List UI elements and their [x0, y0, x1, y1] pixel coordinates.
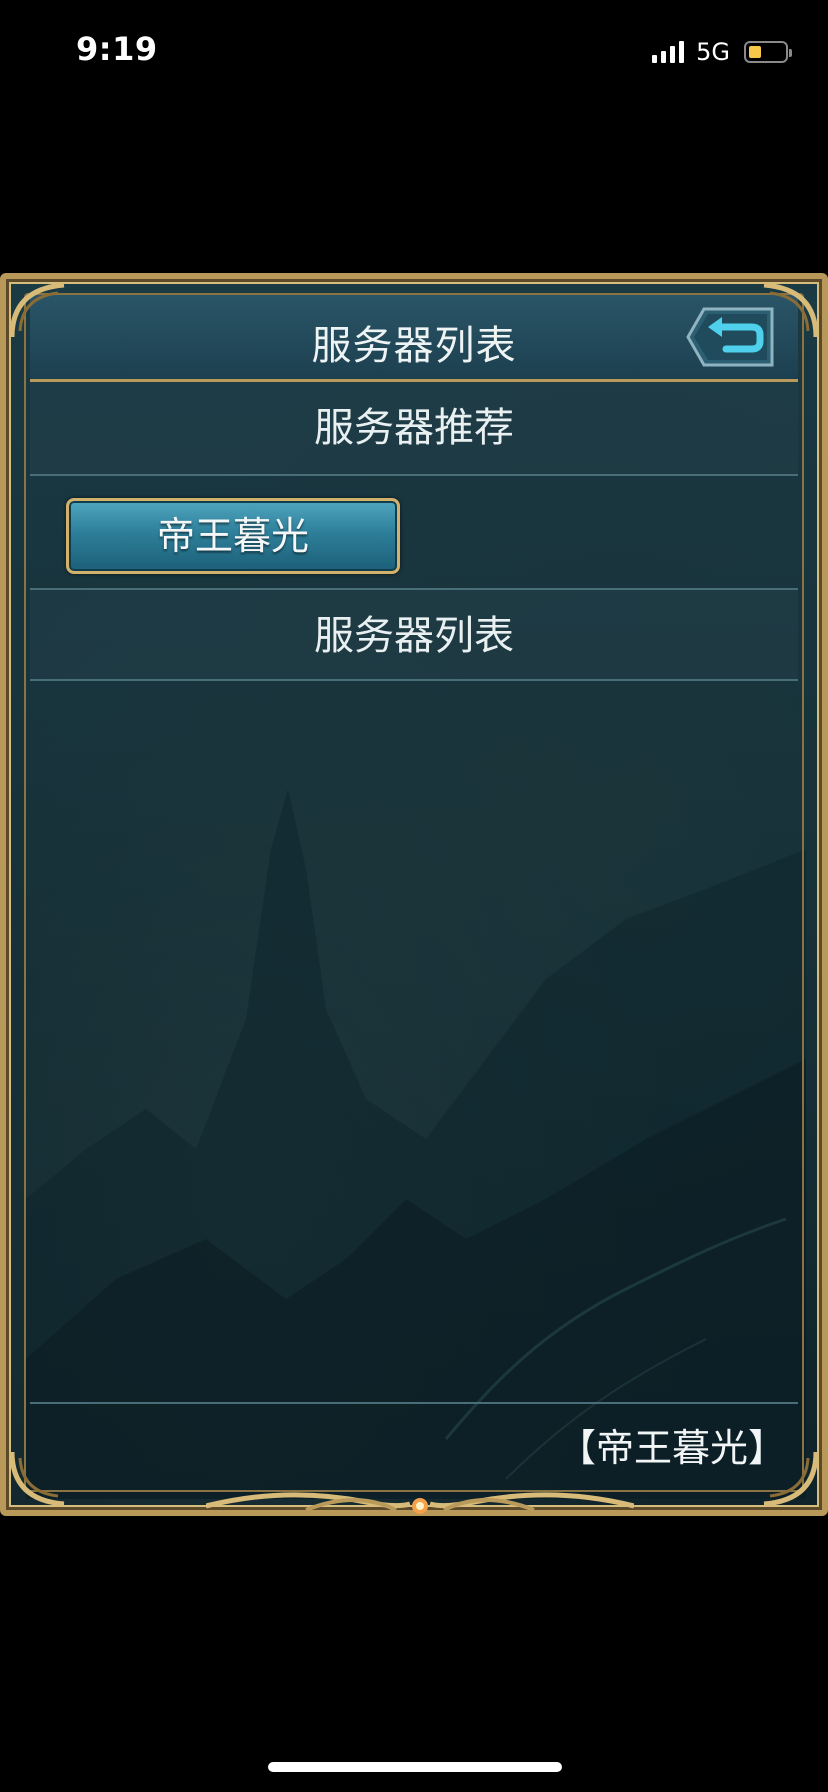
current-server-label: 【帝王暮光】: [557, 1426, 786, 1470]
status-bar: 9:19 5G: [0, 0, 828, 100]
status-time: 9:19: [76, 30, 158, 68]
corner-ornament-icon: [9, 1451, 65, 1507]
corner-ornament-icon: [763, 1451, 819, 1507]
list-label: 服务器列表: [314, 613, 514, 659]
bottom-ornament-icon: [206, 1492, 634, 1514]
recommended-server-row: 帝王暮光: [30, 476, 798, 590]
recommend-section-header: 服务器推荐: [30, 382, 798, 476]
server-panel: 服务器列表 服务器推荐 帝王暮光 服务器列表 【帝王暮光】: [0, 273, 828, 1516]
server-button-dwmg[interactable]: 帝王暮光: [66, 498, 400, 574]
home-indicator[interactable]: [268, 1762, 562, 1772]
panel-header: 服务器列表: [30, 295, 798, 382]
battery-cap: [789, 49, 792, 57]
battery-level: [749, 46, 761, 58]
server-button-label: 帝王暮光: [156, 514, 309, 558]
corner-ornament-icon: [9, 282, 65, 338]
status-indicators: 5G: [652, 38, 792, 66]
recommend-label: 服务器推荐: [314, 405, 514, 451]
network-type: 5G: [696, 38, 730, 66]
battery-icon: [744, 41, 792, 63]
corner-ornament-icon: [763, 282, 819, 338]
signal-strength-icon: [652, 41, 685, 63]
list-section-header: 服务器列表: [30, 590, 798, 681]
footer-divider: [30, 1402, 798, 1404]
